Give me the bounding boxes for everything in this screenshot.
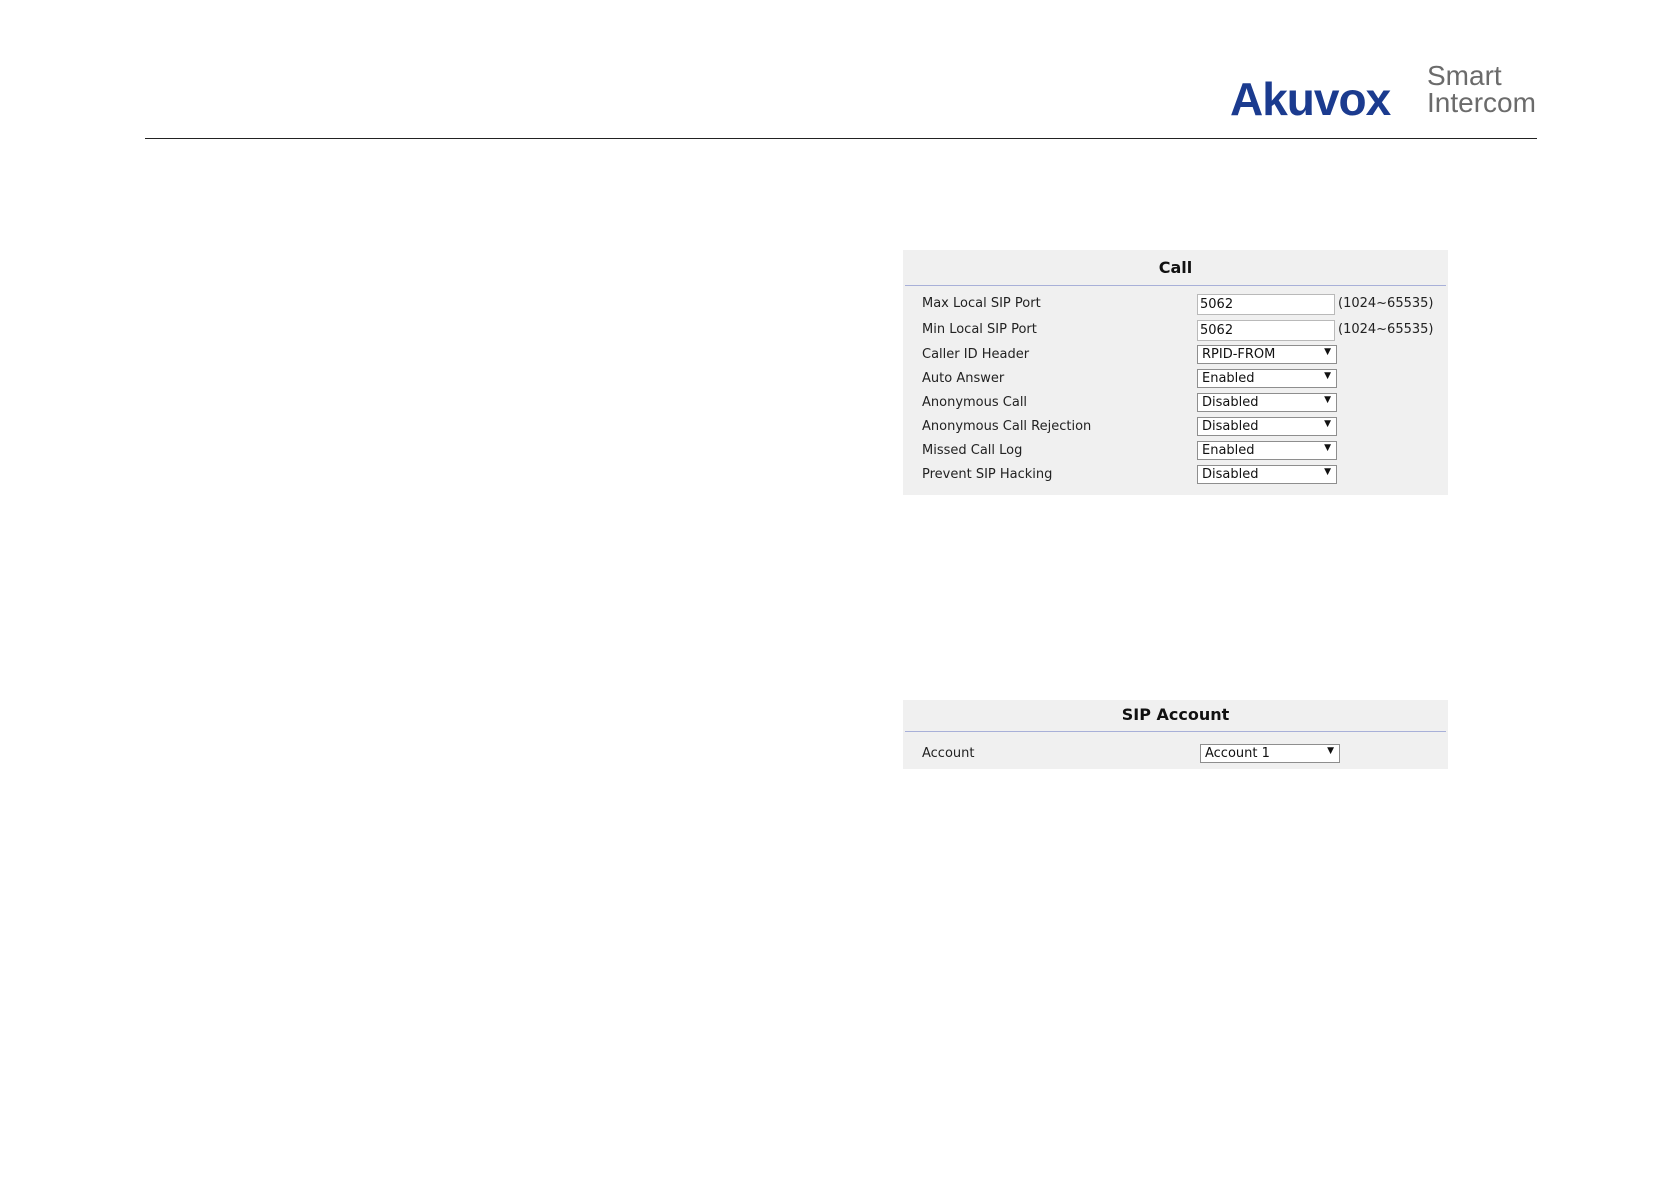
prevent-sip-hacking-select[interactable]: Disabled ▼ xyxy=(1197,465,1337,484)
anonymous-call-rejection-row: Anonymous Call Rejection Disabled ▼ xyxy=(903,417,1448,439)
account-value: Account 1 xyxy=(1205,746,1270,761)
dropdown-arrow-icon: ▼ xyxy=(1327,746,1334,756)
dropdown-arrow-icon: ▼ xyxy=(1324,419,1331,429)
logo-tagline: Smart Intercom xyxy=(1427,60,1536,118)
logo-tagline-line2: Intercom xyxy=(1427,87,1536,118)
anonymous-call-row: Anonymous Call Disabled ▼ xyxy=(903,393,1448,415)
min-local-sip-port-label: Min Local SIP Port xyxy=(922,322,1037,337)
prevent-sip-hacking-value: Disabled xyxy=(1202,467,1259,482)
header-divider xyxy=(145,138,1537,139)
auto-answer-label: Auto Answer xyxy=(922,371,1005,386)
auto-answer-row: Auto Answer Enabled ▼ xyxy=(903,369,1448,391)
max-local-sip-port-label: Max Local SIP Port xyxy=(922,296,1041,311)
anonymous-call-value: Disabled xyxy=(1202,395,1259,410)
missed-call-log-select[interactable]: Enabled ▼ xyxy=(1197,441,1337,460)
max-local-sip-port-input[interactable] xyxy=(1197,294,1335,315)
anonymous-call-select[interactable]: Disabled ▼ xyxy=(1197,393,1337,412)
dropdown-arrow-icon: ▼ xyxy=(1324,443,1331,453)
dropdown-arrow-icon: ▼ xyxy=(1324,371,1331,381)
min-local-sip-port-input[interactable] xyxy=(1197,320,1335,341)
prevent-sip-hacking-row: Prevent SIP Hacking Disabled ▼ xyxy=(903,465,1448,487)
akuvox-logo: Akuvox Smart Intercom xyxy=(1230,60,1550,126)
missed-call-log-value: Enabled xyxy=(1202,443,1255,458)
caller-id-header-label: Caller ID Header xyxy=(922,347,1030,362)
anonymous-call-label: Anonymous Call xyxy=(922,395,1028,410)
dropdown-arrow-icon: ▼ xyxy=(1324,467,1331,477)
account-select[interactable]: Account 1 ▼ xyxy=(1200,744,1340,763)
min-local-sip-port-range: (1024~65535) xyxy=(1338,322,1434,337)
logo-tagline-line1: Smart xyxy=(1427,60,1502,91)
max-local-sip-port-range: (1024~65535) xyxy=(1338,296,1434,311)
account-label: Account xyxy=(922,746,975,761)
auto-answer-value: Enabled xyxy=(1202,371,1255,386)
min-local-sip-port-row: Min Local SIP Port (1024~65535) xyxy=(903,320,1448,342)
call-settings-panel: Call Max Local SIP Port (1024~65535) Min… xyxy=(903,250,1448,495)
account-row: Account Account 1 ▼ xyxy=(903,744,1448,766)
anonymous-call-rejection-select[interactable]: Disabled ▼ xyxy=(1197,417,1337,436)
logo-brand: Akuvox xyxy=(1230,73,1391,125)
missed-call-log-row: Missed Call Log Enabled ▼ xyxy=(903,441,1448,463)
prevent-sip-hacking-label: Prevent SIP Hacking xyxy=(922,467,1053,482)
caller-id-header-select[interactable]: RPID-FROM ▼ xyxy=(1197,345,1337,364)
anonymous-call-rejection-value: Disabled xyxy=(1202,419,1259,434)
caller-id-header-value: RPID-FROM xyxy=(1202,347,1276,362)
dropdown-arrow-icon: ▼ xyxy=(1324,395,1331,405)
caller-id-header-row: Caller ID Header RPID-FROM ▼ xyxy=(903,345,1448,367)
anonymous-call-rejection-label: Anonymous Call Rejection xyxy=(922,419,1092,434)
sip-account-panel-title: SIP Account xyxy=(905,700,1446,732)
call-panel-title: Call xyxy=(905,250,1446,286)
max-local-sip-port-row: Max Local SIP Port (1024~65535) xyxy=(903,294,1448,316)
dropdown-arrow-icon: ▼ xyxy=(1324,347,1331,357)
auto-answer-select[interactable]: Enabled ▼ xyxy=(1197,369,1337,388)
missed-call-log-label: Missed Call Log xyxy=(922,443,1023,458)
sip-account-panel: SIP Account Account Account 1 ▼ xyxy=(903,700,1448,769)
